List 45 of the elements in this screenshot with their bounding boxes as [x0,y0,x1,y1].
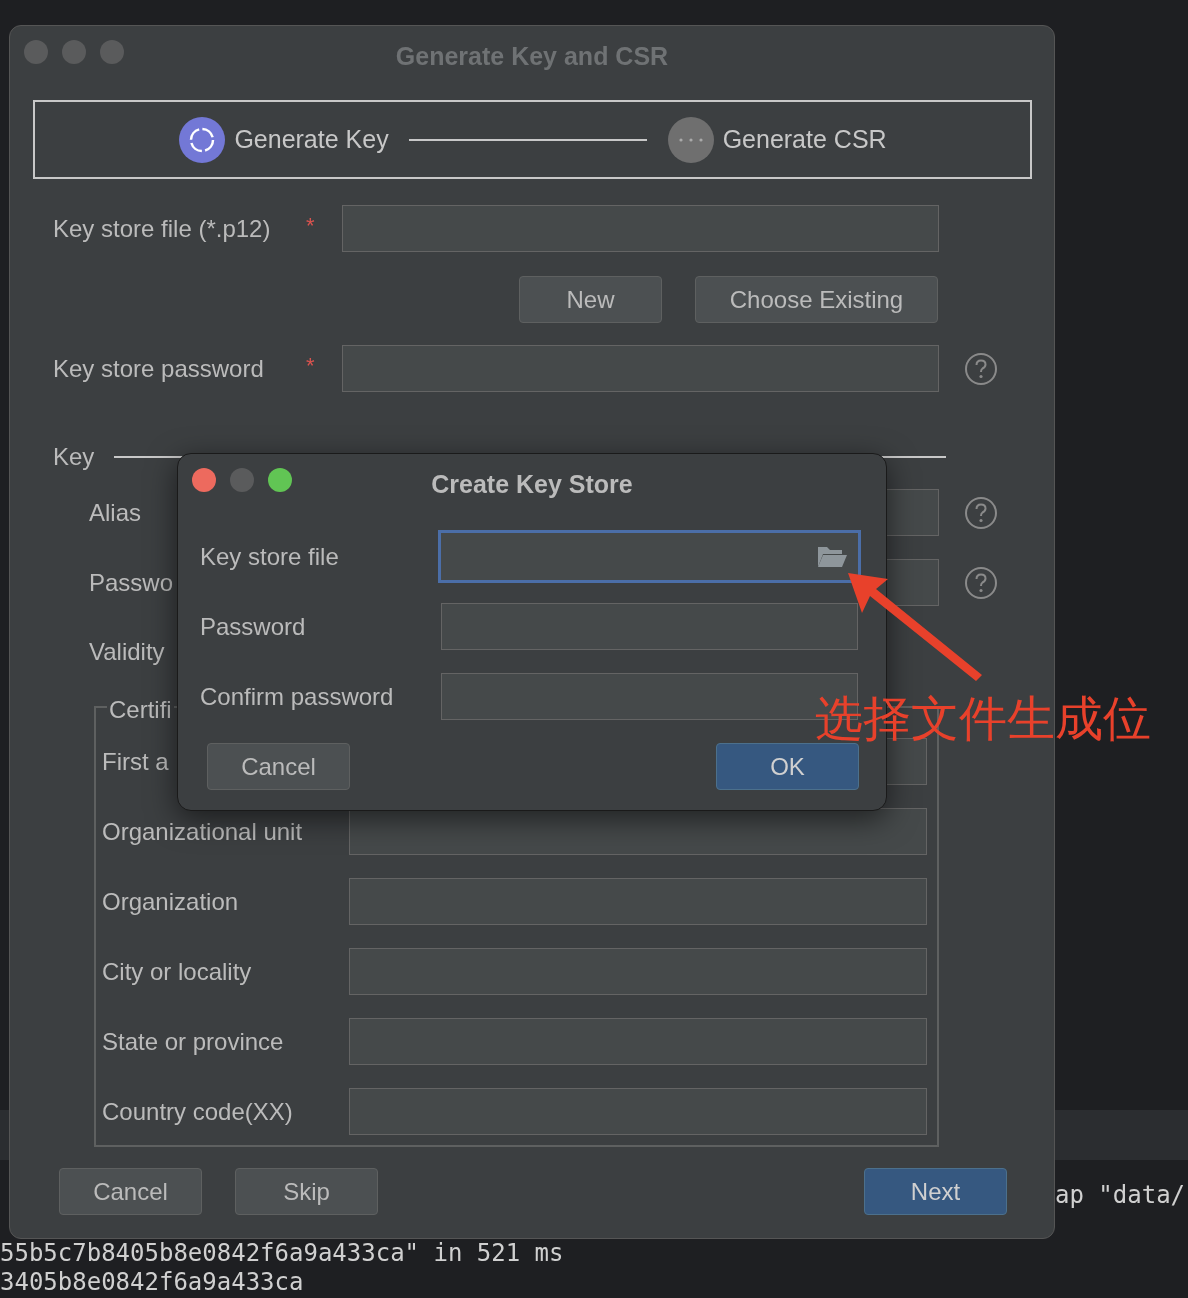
input-field[interactable] [349,1088,927,1135]
field-label: First a [102,746,169,777]
terminal-text: 55b5c7b8405b8e0842f6a9a433ca" in 521 ms [0,1239,564,1267]
input-field[interactable] [349,808,927,855]
field-label: Country code(XX) [102,1096,293,1127]
button[interactable]: New [519,276,662,323]
button[interactable]: Choose Existing [695,276,938,323]
window-title: Create Key Store [431,470,633,498]
field-label: Alias [89,497,142,528]
section-title: Key [53,442,95,472]
file-field[interactable] [438,530,861,583]
input-field[interactable] [349,948,927,995]
terminal-text: 3405b8e0842f6a9a433ca [0,1268,304,1296]
required-marker: * [306,352,315,380]
input-field[interactable] [342,205,939,252]
folder-icon[interactable] [816,544,848,569]
button[interactable]: OK [716,743,859,790]
input-field[interactable] [342,345,939,392]
field-label: Validity [89,636,165,667]
field-label: City or locality [102,956,252,987]
button[interactable]: Skip [235,1168,378,1215]
field-label: Password [200,611,306,642]
field-label: Key store file [200,541,339,572]
help-icon[interactable] [964,495,998,530]
input-field[interactable] [441,603,858,650]
help-icon[interactable] [964,351,998,386]
required-marker: * [306,212,315,240]
window-control[interactable] [268,468,292,492]
input-field[interactable] [349,878,927,925]
field-label: Passwo [89,567,174,598]
step-label: Generate CSR [722,123,887,155]
terminal-text: ap "data/ [1055,1181,1186,1209]
button[interactable]: Cancel [59,1168,202,1215]
button[interactable]: Next [864,1168,1007,1215]
field-label: Confirm password [200,681,394,712]
field-label: State or province [102,1026,284,1057]
input-field[interactable] [349,1018,927,1065]
window-control[interactable] [192,468,216,492]
field-label: Key store file (*.p12) [53,213,271,244]
field-label: Organizational unit [102,816,303,847]
button[interactable]: Cancel [207,743,350,790]
step-label: Generate Key [234,123,389,155]
field-label: Organization [102,886,239,917]
help-icon[interactable] [964,565,998,600]
field-label: Key store password [53,353,264,384]
